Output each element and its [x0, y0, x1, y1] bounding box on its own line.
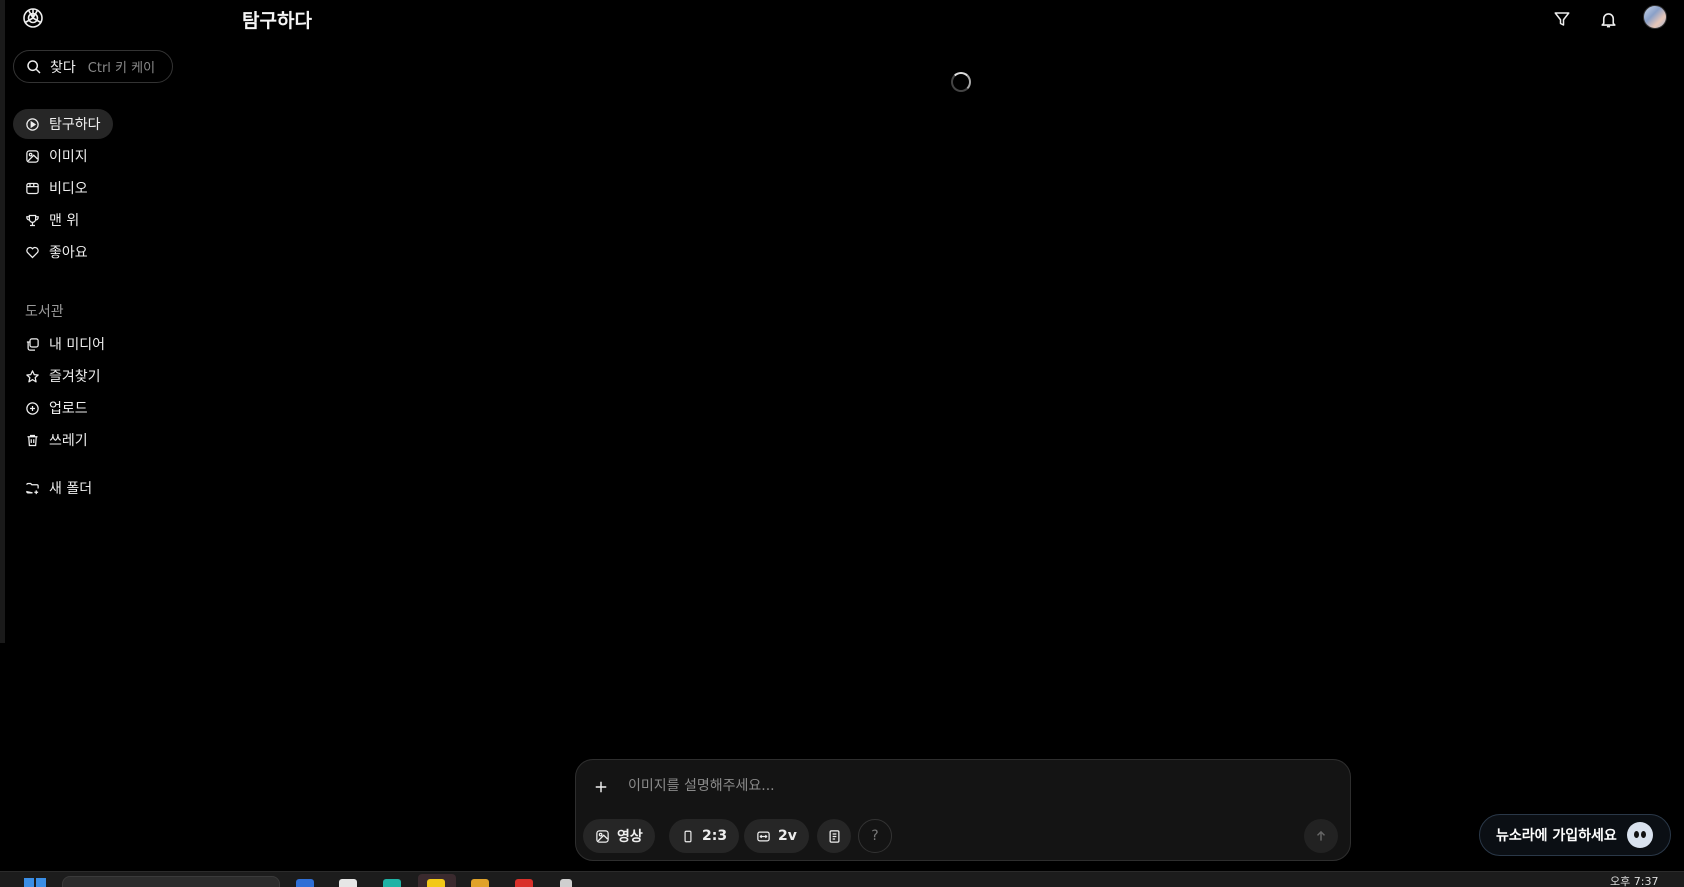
video-icon [26, 182, 39, 194]
image-icon [596, 829, 609, 843]
loading-spinner [951, 72, 971, 92]
windows-start-icon[interactable] [24, 878, 46, 887]
bell-icon[interactable] [1595, 6, 1621, 32]
sidebar-item-images[interactable]: 이미지 [13, 141, 113, 171]
library-section-label: 도서관 [25, 304, 64, 320]
new-folder-button[interactable]: 새 폴더 [13, 473, 104, 503]
search-icon [27, 59, 41, 74]
media-type-label: 영상 [617, 829, 643, 845]
page-title: 탐구하다 [242, 10, 312, 32]
trash-icon [27, 434, 38, 446]
filter-icon[interactable] [1549, 6, 1575, 32]
portrait-icon [684, 830, 692, 842]
taskbar-clock: 오후 7:37 [1610, 875, 1659, 887]
taskbar-app-icon[interactable] [560, 879, 572, 887]
help-label: ? [871, 828, 879, 844]
media-icon [26, 337, 39, 351]
prompt-input[interactable] [628, 778, 1268, 794]
openai-logo-icon[interactable] [21, 6, 45, 30]
window-edge [0, 0, 5, 643]
sidebar-item-likes[interactable]: 좋아요 [13, 237, 113, 267]
avatar[interactable] [1643, 5, 1667, 29]
plus-icon [595, 781, 607, 793]
upload-plus-icon [26, 401, 39, 415]
trophy-icon [26, 214, 39, 226]
sidebar-item-label: 맨 위 [49, 213, 80, 229]
arrow-up-icon [1316, 830, 1326, 841]
sidebar-item-explore[interactable]: 탐구하다 [13, 109, 113, 139]
sidebar-item-label: 내 미디어 [49, 337, 105, 353]
search-label: 찾다 [50, 59, 76, 76]
taskbar-app-icon[interactable] [383, 879, 401, 887]
folder-plus-icon [26, 482, 39, 494]
add-attachment-button[interactable] [590, 776, 612, 798]
help-button[interactable]: ? [858, 819, 892, 853]
taskbar-app-icon[interactable] [515, 879, 533, 887]
ghost-mascot-icon [1626, 822, 1653, 848]
submit-button[interactable] [1304, 819, 1338, 853]
aspect-ratio-button[interactable]: 2:3 [669, 819, 740, 853]
sidebar-item-my-media[interactable]: 내 미디어 [13, 329, 117, 359]
storyboard-button[interactable] [817, 819, 851, 853]
sidebar-item-favorites[interactable]: 즐겨찾기 [13, 361, 117, 391]
sidebar-item-label: 비디오 [49, 181, 88, 197]
app-window: 탐구하다 찾다 Ctrl 키 케이 탐구하다 이미지 비디오 맨 위 좋아요 도… [0, 0, 1684, 887]
variations-label: 2v [778, 828, 797, 844]
sidebar-item-label: 탐구하다 [49, 117, 101, 133]
sidebar-folder-nav: 새 폴더 [13, 473, 104, 503]
compass-icon [26, 117, 39, 131]
image-icon [26, 149, 39, 163]
sidebar-item-label: 업로드 [49, 401, 88, 417]
taskbar-app-icon[interactable] [339, 879, 357, 887]
prompt-composer: 영상 2:3 2v ? [575, 759, 1351, 861]
variations-icon [757, 831, 770, 841]
taskbar-app-icon[interactable] [427, 879, 445, 887]
sidebar-item-videos[interactable]: 비디오 [13, 173, 113, 203]
variations-button[interactable]: 2v [744, 819, 809, 853]
sidebar-item-upload[interactable]: 업로드 [13, 393, 117, 423]
sidebar-item-label: 쓰레기 [49, 433, 88, 449]
aspect-ratio-label: 2:3 [702, 828, 728, 844]
new-folder-label: 새 폴더 [49, 481, 93, 497]
sidebar-library-nav: 내 미디어 즐겨찾기 업로드 쓰레기 [13, 329, 117, 455]
search-bar[interactable]: 찾다 Ctrl 키 케이 [13, 50, 173, 83]
media-type-button[interactable]: 영상 [583, 819, 655, 853]
sidebar-item-top[interactable]: 맨 위 [13, 205, 113, 235]
sidebar-main-nav: 탐구하다 이미지 비디오 맨 위 좋아요 [13, 109, 113, 267]
star-icon [26, 369, 39, 382]
sidebar-item-label: 이미지 [49, 149, 88, 165]
os-taskbar: 오후 7:37 [0, 871, 1684, 887]
signup-button[interactable]: 뉴소라에 가입하세요 [1479, 814, 1671, 856]
taskbar-app-icon[interactable] [296, 879, 314, 887]
folder-icon[interactable] [471, 879, 489, 887]
sidebar-item-trash[interactable]: 쓰레기 [13, 425, 117, 455]
document-icon [829, 829, 839, 843]
signup-label: 뉴소라에 가입하세요 [1496, 828, 1617, 844]
sidebar-item-label: 즐겨찾기 [49, 369, 101, 385]
heart-icon [26, 246, 39, 258]
sidebar-item-label: 좋아요 [49, 245, 88, 261]
search-shortcut: Ctrl 키 케이 [87, 61, 156, 76]
taskbar-search[interactable] [62, 876, 280, 887]
